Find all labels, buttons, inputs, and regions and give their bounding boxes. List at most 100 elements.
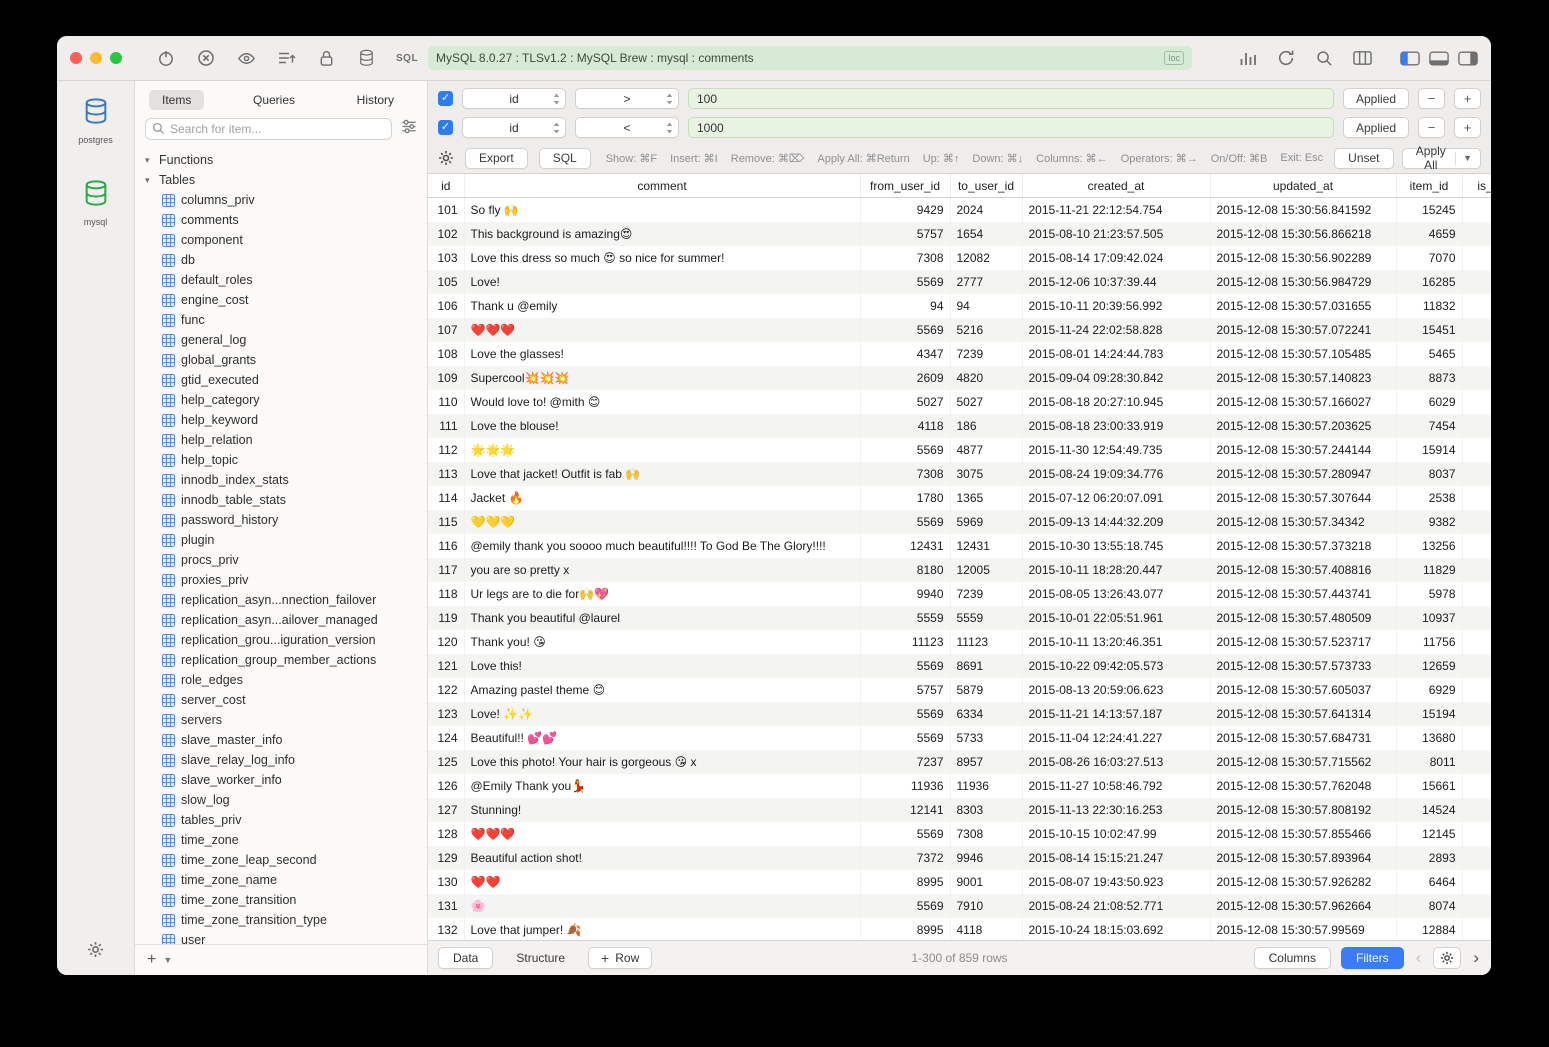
sql-button[interactable]: SQL: [539, 148, 591, 169]
toggle-right-panel-icon[interactable]: [1458, 48, 1478, 68]
grid-cell[interactable]: 131: [428, 894, 464, 918]
grid-cell[interactable]: 130: [428, 870, 464, 894]
grid-cell[interactable]: 107: [428, 318, 464, 342]
sidebar-item-table[interactable]: help_keyword: [135, 410, 427, 430]
grid-cell[interactable]: 8180: [860, 558, 950, 582]
grid-cell[interactable]: [1462, 198, 1491, 223]
filter-checkbox[interactable]: ✓: [438, 120, 453, 135]
grid-cell[interactable]: 8873: [1396, 366, 1462, 390]
grid-cell[interactable]: 5559: [950, 606, 1022, 630]
grid-cell[interactable]: 110: [428, 390, 464, 414]
grid-cell[interactable]: 12082: [950, 246, 1022, 270]
sidebar-item-table[interactable]: replication_asyn...ailover_managed: [135, 610, 427, 630]
grid-cell[interactable]: [1462, 894, 1491, 918]
refresh-icon[interactable]: [1276, 48, 1296, 68]
grid-cell[interactable]: ❤️❤️❤️: [464, 822, 860, 846]
grid-cell[interactable]: 6929: [1396, 678, 1462, 702]
grid-cell[interactable]: 4347: [860, 342, 950, 366]
sidebar-item-table[interactable]: db: [135, 250, 427, 270]
grid-cell[interactable]: [1462, 534, 1491, 558]
close-button[interactable]: [70, 52, 82, 64]
preview-eye-icon[interactable]: [236, 48, 256, 68]
grid-cell[interactable]: 15661: [1396, 774, 1462, 798]
grid-cell[interactable]: [1462, 846, 1491, 870]
filter-checkbox[interactable]: ✓: [438, 91, 453, 106]
grid-cell[interactable]: 🌟🌟🌟: [464, 438, 860, 462]
grid-cell[interactable]: 5969: [950, 510, 1022, 534]
grid-cell[interactable]: 5027: [860, 390, 950, 414]
grid-cell[interactable]: 108: [428, 342, 464, 366]
grid-cell[interactable]: 2015-12-08 15:30:57.684731: [1210, 726, 1396, 750]
grid-cell[interactable]: 6029: [1396, 390, 1462, 414]
sidebar-item-table[interactable]: time_zone_leap_second: [135, 850, 427, 870]
database-icon[interactable]: [356, 48, 376, 68]
grid-cell[interactable]: 2015-12-08 15:30:57.641314: [1210, 702, 1396, 726]
grid-cell[interactable]: 111: [428, 414, 464, 438]
grid-cell[interactable]: [1462, 438, 1491, 462]
table-row[interactable]: 107❤️❤️❤️556952162015-11-24 22:02:58.828…: [428, 318, 1491, 342]
apply-all-button[interactable]: Apply All▼: [1402, 148, 1481, 169]
grid-cell[interactable]: 2015-12-08 15:30:57.105485: [1210, 342, 1396, 366]
grid-cell[interactable]: 7239: [950, 582, 1022, 606]
grid-cell[interactable]: 2015-12-08 15:30:56.984729: [1210, 270, 1396, 294]
grid-cell[interactable]: 8691: [950, 654, 1022, 678]
grid-cell[interactable]: 5465: [1396, 342, 1462, 366]
grid-cell[interactable]: 2015-08-24 21:08:52.771: [1022, 894, 1210, 918]
grid-cell[interactable]: 2015-11-21 22:12:54.754: [1022, 198, 1210, 223]
table-row[interactable]: 124Beautiful!! 💕💕556957332015-11-04 12:2…: [428, 726, 1491, 750]
grid-cell[interactable]: 117: [428, 558, 464, 582]
sidebar-item-table[interactable]: role_edges: [135, 670, 427, 690]
grid-cell[interactable]: [1462, 486, 1491, 510]
table-row[interactable]: 103Love this dress so much 😍 so nice for…: [428, 246, 1491, 270]
table-row[interactable]: 102This background is amazing😍5757165420…: [428, 222, 1491, 246]
sidebar-item-table[interactable]: slave_worker_info: [135, 770, 427, 790]
grid-cell[interactable]: 124: [428, 726, 464, 750]
add-filter-button[interactable]: +: [1454, 88, 1481, 109]
grid-cell[interactable]: So fly 🙌: [464, 198, 860, 223]
grid-cell[interactable]: ❤️❤️: [464, 870, 860, 894]
grid-cell[interactable]: 2015-12-08 15:30:57.031655: [1210, 294, 1396, 318]
remove-filter-button[interactable]: −: [1418, 117, 1445, 138]
grid-cell[interactable]: Thank you! 😘: [464, 630, 860, 654]
grid-cell[interactable]: 5559: [860, 606, 950, 630]
queue-list-icon[interactable]: [276, 48, 296, 68]
grid-cell[interactable]: 4118: [950, 918, 1022, 940]
table-row[interactable]: 117you are so pretty x8180120052015-10-1…: [428, 558, 1491, 582]
tab-items[interactable]: Items: [149, 90, 204, 110]
grid-cell[interactable]: 112: [428, 438, 464, 462]
sidebar-item-table[interactable]: gtid_executed: [135, 370, 427, 390]
grid-cell[interactable]: 5569: [860, 726, 950, 750]
add-item-button[interactable]: +: [147, 952, 156, 968]
footer-gear-button[interactable]: [1433, 947, 1461, 969]
sidebar-item-table[interactable]: replication_grou...iguration_version: [135, 630, 427, 650]
table-row[interactable]: 118Ur legs are to die for🙌💖994072392015-…: [428, 582, 1491, 606]
filter-tune-icon[interactable]: [401, 119, 417, 139]
grid-cell[interactable]: 5879: [950, 678, 1022, 702]
grid-cell[interactable]: 7237: [860, 750, 950, 774]
table-row[interactable]: 113Love that jacket! Outfit is fab 🙌7308…: [428, 462, 1491, 486]
grid-cell[interactable]: [1462, 414, 1491, 438]
grid-cell[interactable]: 4659: [1396, 222, 1462, 246]
column-header-to_user_id[interactable]: to_user_id: [950, 174, 1022, 198]
table-row[interactable]: 122Amazing pastel theme 😊575758792015-08…: [428, 678, 1491, 702]
grid-cell[interactable]: 122: [428, 678, 464, 702]
grid-cell[interactable]: 2015-12-08 15:30:56.902289: [1210, 246, 1396, 270]
grid-cell[interactable]: 2015-10-22 09:42:05.573: [1022, 654, 1210, 678]
grid-cell[interactable]: [1462, 798, 1491, 822]
column-header-comment[interactable]: comment: [464, 174, 860, 198]
table-row[interactable]: 116@emily thank you soooo much beautiful…: [428, 534, 1491, 558]
grid-cell[interactable]: 123: [428, 702, 464, 726]
sidebar-item-table[interactable]: help_category: [135, 390, 427, 410]
grid-cell[interactable]: 5027: [950, 390, 1022, 414]
filter-applied-button[interactable]: Applied: [1343, 117, 1409, 138]
grid-cell[interactable]: Love! ✨✨: [464, 702, 860, 726]
grid-cell[interactable]: 2015-08-18 23:00:33.919: [1022, 414, 1210, 438]
sidebar-item-table[interactable]: help_relation: [135, 430, 427, 450]
grid-cell[interactable]: 1780: [860, 486, 950, 510]
grid-cell[interactable]: 9940: [860, 582, 950, 606]
grid-cell[interactable]: 5569: [860, 510, 950, 534]
sidebar-item-table[interactable]: time_zone_transition: [135, 890, 427, 910]
grid-cell[interactable]: 2015-12-08 15:30:57.244144: [1210, 438, 1396, 462]
grid-cell[interactable]: 94: [950, 294, 1022, 318]
grid-cell[interactable]: 15194: [1396, 702, 1462, 726]
